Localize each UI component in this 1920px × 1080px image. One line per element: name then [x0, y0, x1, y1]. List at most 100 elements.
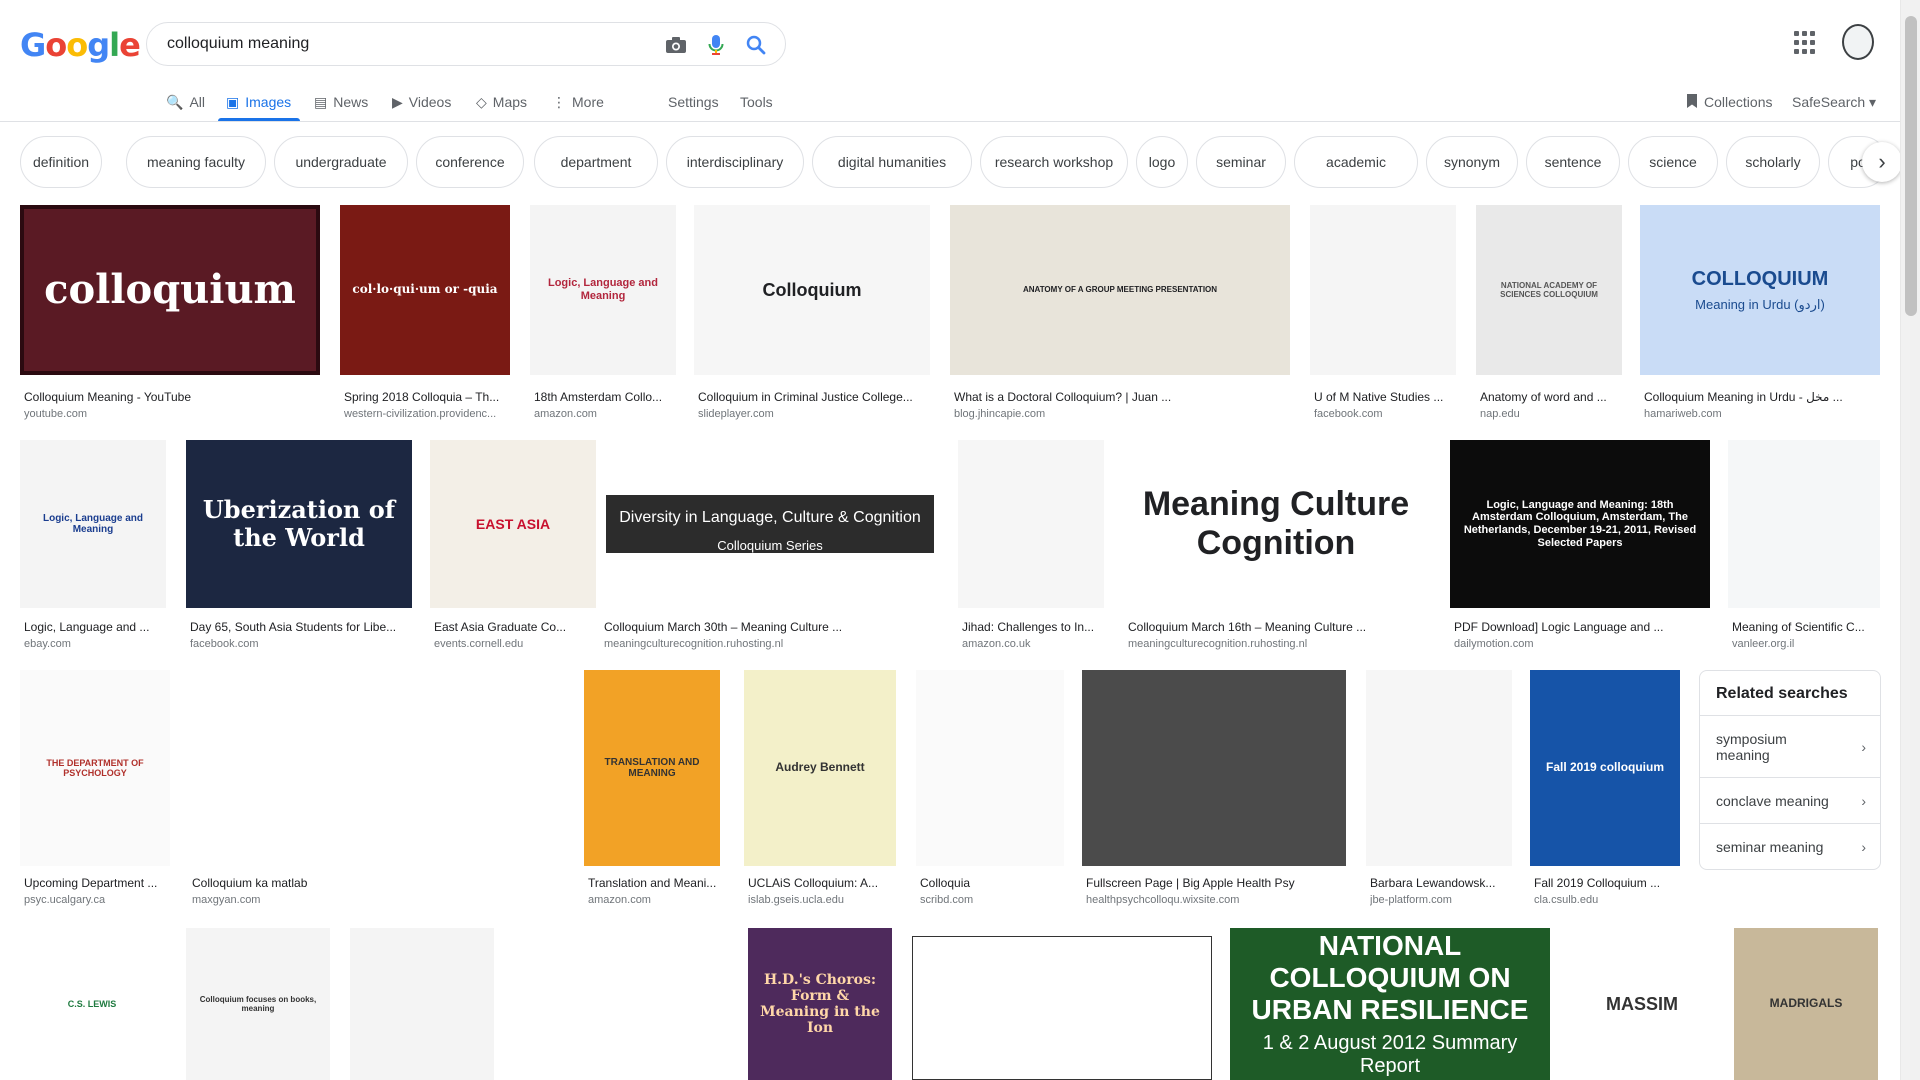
result-title[interactable]: Meaning of Scientific C...	[1732, 620, 1880, 634]
result-thumbnail[interactable]: MASSIM	[1570, 928, 1714, 1080]
page-scrollbar[interactable]	[1900, 0, 1920, 1080]
avatar[interactable]	[1842, 24, 1874, 60]
chip-seminar[interactable]: seminar	[1196, 136, 1286, 188]
result-thumbnail[interactable]: H.D.'s Choros: Form & Meaning in the Ion	[748, 928, 892, 1080]
result-title[interactable]: PDF Download] Logic Language and ...	[1454, 620, 1710, 634]
result-title[interactable]: Barbara Lewandowsk...	[1370, 876, 1512, 890]
result-thumbnail[interactable]: Logic, Language and Meaning: 18th Amster…	[1450, 440, 1710, 608]
chip-science[interactable]: science	[1628, 136, 1718, 188]
result-thumbnail[interactable]: Colloquium focuses on books, meaning	[186, 928, 330, 1080]
result-thumbnail[interactable]	[912, 936, 1212, 1080]
result-source[interactable]: slideplayer.com	[698, 408, 930, 420]
result-thumbnail[interactable]: THE DEPARTMENT OF PSYCHOLOGY	[20, 670, 170, 866]
result-title[interactable]: Colloquia	[920, 876, 1064, 890]
result-source[interactable]: healthpsychcolloqu.wixsite.com	[1086, 894, 1346, 906]
result-source[interactable]: blog.jhincapie.com	[954, 408, 1290, 420]
chip-digital-humanities[interactable]: digital humanities	[812, 136, 972, 188]
result-thumbnail[interactable]: Colloquium	[694, 205, 930, 375]
tab-all[interactable]: 🔍 All	[166, 90, 205, 114]
result-title[interactable]: U of M Native Studies ...	[1314, 390, 1456, 404]
result-source[interactable]: facebook.com	[190, 638, 412, 650]
search-input[interactable]: colloquium meaning	[167, 35, 309, 53]
result-source[interactable]: nap.edu	[1480, 408, 1622, 420]
result-thumbnail[interactable]: Logic, Language and Meaning	[530, 205, 676, 375]
search-box[interactable]: colloquium meaning	[146, 22, 786, 66]
settings-link[interactable]: Settings	[668, 90, 719, 114]
result-source[interactable]: amazon.com	[534, 408, 676, 420]
result-title[interactable]: Translation and Meani...	[588, 876, 720, 890]
safesearch-toggle[interactable]: SafeSearch ▾	[1792, 90, 1876, 114]
apps-grid-icon[interactable]	[1794, 31, 1818, 55]
result-source[interactable]: islab.gseis.ucla.edu	[748, 894, 896, 906]
result-title[interactable]: What is a Doctoral Colloquium? | Juan ..…	[954, 390, 1290, 404]
tab-videos[interactable]: ▶ Videos	[392, 90, 451, 114]
result-title[interactable]: Colloquium March 30th – Meaning Culture …	[604, 620, 940, 634]
result-thumbnail[interactable]: Logic, Language and Meaning	[514, 928, 728, 1080]
related-search-item[interactable]: conclave meaning ›	[1700, 777, 1880, 823]
related-search-item[interactable]: seminar meaning ›	[1700, 823, 1880, 869]
result-thumbnail[interactable]	[350, 928, 494, 1080]
result-thumbnail[interactable]: TRANSLATION AND MEANING	[584, 670, 720, 866]
result-thumbnail[interactable]	[958, 440, 1104, 608]
chip-logo[interactable]: logo	[1136, 136, 1188, 188]
result-source[interactable]: meaningculturecognition.ruhosting.nl	[1128, 638, 1428, 650]
result-thumbnail[interactable]	[1082, 670, 1346, 866]
result-thumbnail[interactable]: MADRIGALS	[1734, 928, 1878, 1080]
result-thumbnail[interactable]	[1728, 440, 1880, 608]
result-thumbnail[interactable]: col·lo·qui·um or -quia	[340, 205, 510, 375]
result-thumbnail[interactable]	[188, 670, 560, 866]
result-thumbnail[interactable]: Meaning Culture Cognition	[1124, 440, 1428, 608]
related-search-item[interactable]: symposium meaning ›	[1700, 715, 1880, 777]
result-title[interactable]: 18th Amsterdam Collo...	[534, 390, 676, 404]
result-title[interactable]: Upcoming Department ...	[24, 876, 170, 890]
result-source[interactable]: scribd.com	[920, 894, 1064, 906]
result-thumbnail[interactable]: Uberization of the World	[186, 440, 412, 608]
result-source[interactable]: dailymotion.com	[1454, 638, 1710, 650]
result-thumbnail[interactable]: Diversity in Language, Culture & Cogniti…	[600, 440, 940, 608]
tab-images[interactable]: ▣ Images	[226, 90, 291, 114]
result-title[interactable]: Fullscreen Page | Big Apple Health Psy	[1086, 876, 1346, 890]
result-title[interactable]: Spring 2018 Colloquia – Th...	[344, 390, 510, 404]
chip-meaning-faculty[interactable]: meaning faculty	[126, 136, 266, 188]
result-source[interactable]: psyc.ucalgary.ca	[24, 894, 170, 906]
result-thumbnail[interactable]: Audrey Bennett	[744, 670, 896, 866]
result-title[interactable]: East Asia Graduate Co...	[434, 620, 596, 634]
result-title[interactable]: UCLAiS Colloquium: A...	[748, 876, 896, 890]
result-source[interactable]: cla.csulb.edu	[1534, 894, 1680, 906]
chevron-right-icon[interactable]: ›	[1862, 142, 1902, 182]
result-thumbnail[interactable]: Logic, Language and Meaning	[20, 440, 166, 608]
result-source[interactable]: ebay.com	[24, 638, 166, 650]
chip-scholarly[interactable]: scholarly	[1726, 136, 1820, 188]
chip-definition[interactable]: definition	[20, 136, 102, 188]
result-source[interactable]: maxgyan.com	[192, 894, 560, 906]
result-thumbnail[interactable]	[916, 670, 1064, 866]
result-title[interactable]: Jihad: Challenges to In...	[962, 620, 1104, 634]
result-title[interactable]: Colloquium Meaning in Urdu - مخل ...	[1644, 390, 1880, 404]
result-source[interactable]: facebook.com	[1314, 408, 1456, 420]
result-thumbnail[interactable]: COLLOQUIUM Meaning in Urdu (اردو)	[1640, 205, 1880, 375]
result-thumbnail[interactable]: C.S. LEWIS	[20, 928, 164, 1080]
result-source[interactable]: youtube.com	[24, 408, 320, 420]
google-logo[interactable]: Google	[20, 26, 141, 64]
result-thumbnail[interactable]: NATIONAL ACADEMY OF SCIENCES COLLOQUIUM	[1476, 205, 1622, 375]
result-title[interactable]: Fall 2019 Colloquium ...	[1534, 876, 1680, 890]
result-thumbnail[interactable]	[1366, 670, 1512, 866]
result-source[interactable]: meaningculturecognition.ruhosting.nl	[604, 638, 940, 650]
tab-maps[interactable]: ◇ Maps	[476, 90, 527, 114]
chip-synonym[interactable]: synonym	[1426, 136, 1518, 188]
result-source[interactable]: amazon.co.uk	[962, 638, 1104, 650]
tab-more[interactable]: ⋮ More	[552, 90, 604, 114]
mic-icon[interactable]	[703, 32, 729, 58]
search-icon[interactable]	[743, 32, 769, 58]
result-thumbnail[interactable]	[1310, 205, 1456, 375]
result-source[interactable]: jbe-platform.com	[1370, 894, 1512, 906]
result-thumbnail[interactable]: EAST ASIA	[430, 440, 596, 608]
result-title[interactable]: Colloquium Meaning - YouTube	[24, 390, 320, 404]
result-source[interactable]: amazon.com	[588, 894, 720, 906]
result-title[interactable]: Day 65, South Asia Students for Libe...	[190, 620, 412, 634]
result-source[interactable]: events.cornell.edu	[434, 638, 596, 650]
collections-link[interactable]: Collections	[1686, 90, 1772, 114]
result-title[interactable]: Anatomy of word and ...	[1480, 390, 1622, 404]
result-thumbnail[interactable]: ANATOMY OF A GROUP MEETING PRESENTATION	[950, 205, 1290, 375]
camera-icon[interactable]	[663, 32, 689, 58]
